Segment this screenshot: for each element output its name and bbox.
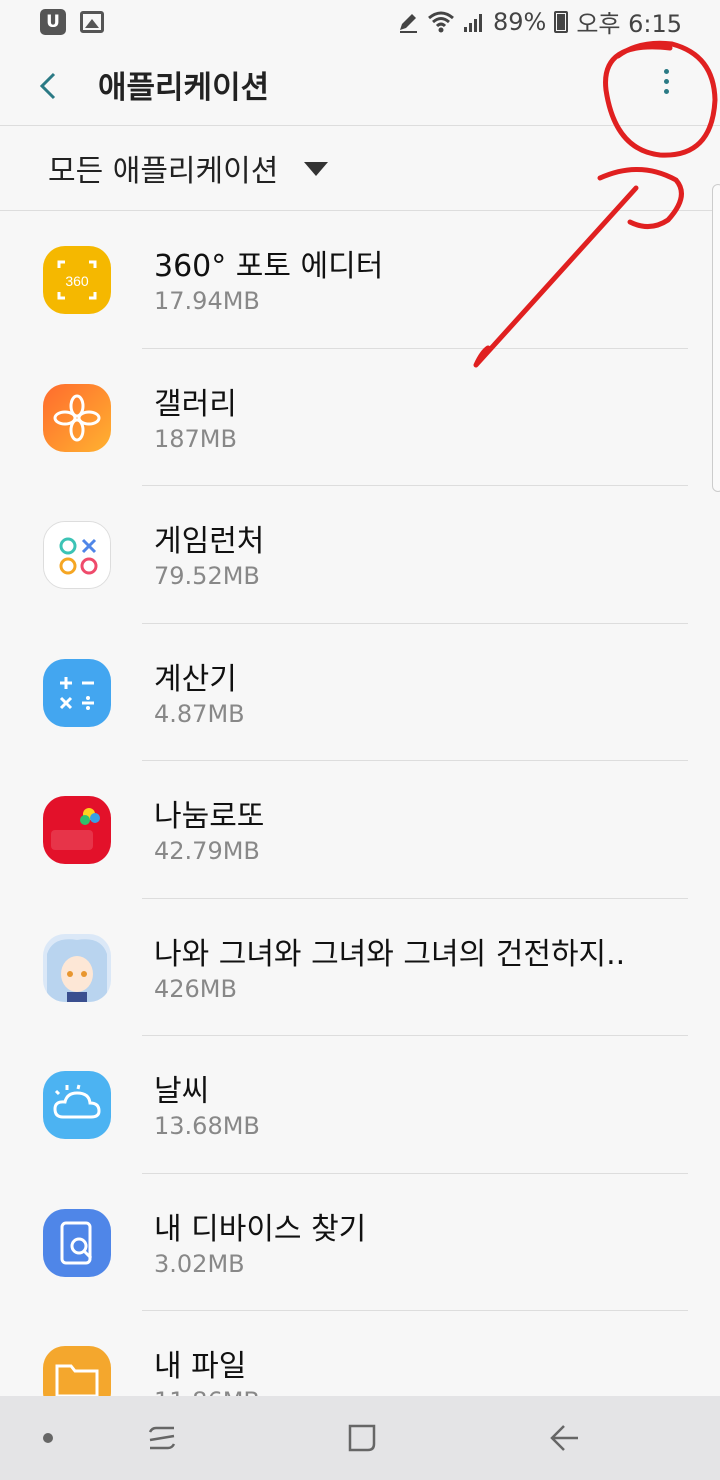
back-arrow-icon[interactable] — [544, 1418, 584, 1458]
lotto-icon — [43, 796, 111, 864]
app-name: 게임런처 — [154, 524, 265, 559]
find-my-device-icon — [43, 1208, 111, 1277]
wifi-icon — [428, 11, 454, 32]
game-launcher-icon — [43, 521, 111, 589]
app-list-item[interactable]: 나눔로또 42.79MB — [0, 761, 720, 899]
app-size: 79.52MB — [154, 562, 260, 590]
calculator-icon — [43, 658, 111, 727]
app-list-item[interactable]: 내 파일 11.86MB — [0, 1311, 720, 1396]
svg-text:360: 360 — [65, 273, 89, 289]
app-name: 나와 그녀와 그녀와 그녀의 건전하지.. — [154, 936, 626, 972]
app-name: 나눔로또 — [154, 799, 265, 834]
dot-icon[interactable] — [38, 1418, 58, 1458]
app-name: 계산기 — [154, 661, 237, 697]
app-size: 42.79MB — [154, 837, 260, 865]
gallery-flower-icon — [43, 383, 111, 452]
app-list: 360 360° 포토 에디터 17.94MB 갤러리 187MB 게임런처 7… — [0, 211, 720, 1396]
back-button[interactable] — [30, 66, 70, 106]
home-icon[interactable] — [342, 1418, 382, 1458]
app-list-item[interactable]: 계산기 4.87MB — [0, 624, 720, 761]
back-chevron-icon — [39, 72, 56, 100]
app-size: 4.87MB — [154, 699, 245, 728]
app-bar: 애플리케이션 — [0, 44, 720, 126]
my-files-folder-icon — [43, 1346, 111, 1396]
status-bar: U 89% 오후 6:15 — [0, 0, 720, 44]
page-title: 애플리케이션 — [98, 70, 270, 106]
navigation-bar — [0, 1396, 720, 1480]
more-vertical-icon — [646, 69, 686, 94]
filter-label: 모든 애플리케이션 — [48, 154, 279, 189]
app-list-item[interactable]: 내 디바이스 찾기 3.02MB — [0, 1174, 720, 1311]
app-list-item[interactable]: 나와 그녀와 그녀와 그녀의 건전하지.. 426MB — [0, 899, 720, 1036]
app-name: 내 디바이스 찾기 — [154, 1211, 367, 1247]
app-name: 내 파일 — [154, 1349, 247, 1384]
app-name: 360° 포토 에디터 — [154, 249, 384, 284]
dropdown-caret-icon — [304, 162, 328, 176]
weather-icon — [43, 1071, 111, 1139]
signal-icon — [463, 13, 482, 32]
clock: 오후 6:15 — [576, 10, 682, 38]
image-icon — [80, 11, 104, 33]
app-name: 날씨 — [154, 1074, 210, 1109]
more-options-button[interactable] — [646, 64, 686, 108]
app-size: 3.02MB — [154, 1249, 245, 1278]
app-size: 13.68MB — [154, 1112, 260, 1140]
scrollbar[interactable] — [712, 184, 720, 492]
app-list-item[interactable]: 360 360° 포토 에디터 17.94MB — [0, 211, 720, 349]
app-size: 11.86MB — [154, 1387, 260, 1396]
app-size: 426MB — [154, 974, 237, 1003]
photo-editor-360-icon: 360 — [43, 246, 111, 314]
battery-icon — [554, 10, 569, 33]
app-name: 갤러리 — [154, 386, 237, 422]
recent-apps-icon[interactable] — [142, 1418, 182, 1458]
app-list-item[interactable]: 게임런처 79.52MB — [0, 486, 720, 624]
app-list-item[interactable]: 날씨 13.68MB — [0, 1036, 720, 1174]
u-plus-icon: U — [40, 9, 66, 35]
app-list-item[interactable]: 갤러리 187MB — [0, 349, 720, 486]
app-filter-dropdown[interactable]: 모든 애플리케이션 — [0, 126, 720, 211]
app-size: 187MB — [154, 424, 237, 453]
pen-icon — [399, 13, 417, 33]
app-size: 17.94MB — [154, 287, 260, 315]
anime-game-icon — [43, 933, 111, 1002]
battery-percent: 89% — [492, 7, 547, 36]
